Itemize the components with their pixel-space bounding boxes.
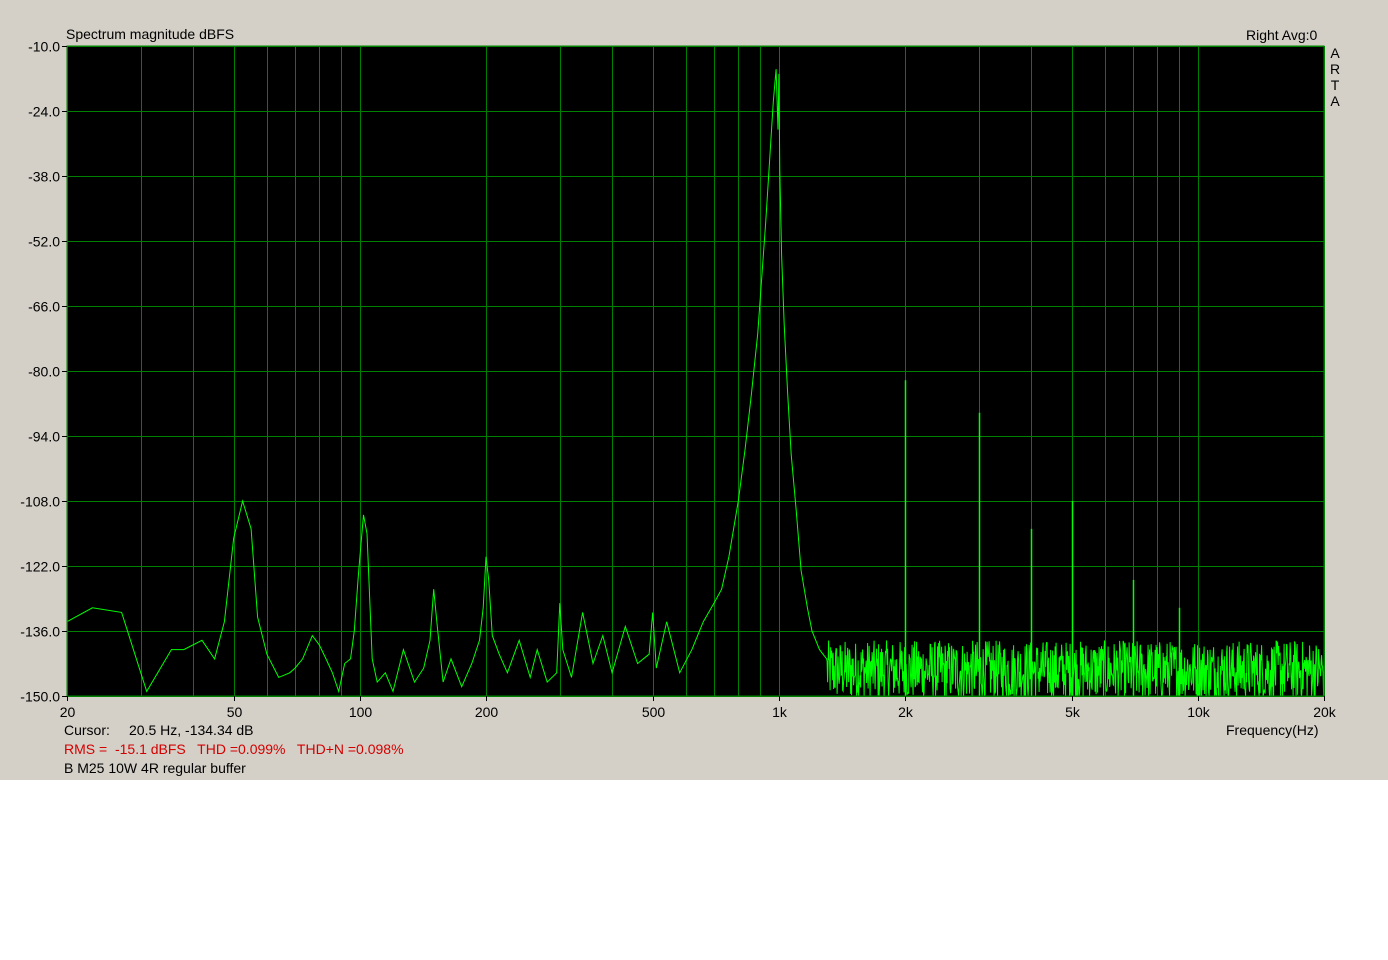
x-tick-label: 500 <box>642 704 666 720</box>
cursor-label: Cursor: <box>64 722 110 738</box>
spectrum-chart: -10.0 -24.0 -38.0 -52.0 -66.0 -80.0 -94.0 -108.… <box>20 39 1337 721</box>
y-tick-label: -66.0 <box>28 299 60 315</box>
x-tick-label: 200 <box>475 704 499 720</box>
measurement-description: B M25 10W 4R regular buffer <box>64 760 246 776</box>
x-tick-label: 50 <box>227 704 243 720</box>
y-tick-label: -80.0 <box>28 364 60 380</box>
cursor-readout: 20.5 Hz, -134.34 dB <box>129 722 254 738</box>
y-tick-label: -52.0 <box>28 234 60 250</box>
measurement-stats: RMS = -15.1 dBFS THD =0.099% THD+N =0.09… <box>64 741 404 757</box>
channel-average-label: Right Avg:0 <box>1246 27 1318 43</box>
y-tick-labels: -10.0 -24.0 -38.0 -52.0 -66.0 -80.0 -94.0 -108.… <box>20 39 67 705</box>
x-tick-label: 100 <box>349 704 373 720</box>
y-tick-label: -108.0 <box>20 494 60 510</box>
y-tick-label: -122.0 <box>20 559 60 575</box>
y-tick-label: -136.0 <box>20 624 60 640</box>
x-tick-label: 1k <box>772 704 788 720</box>
chart-title: Spectrum magnitude dBFS <box>66 26 235 42</box>
arta-letter: T <box>1330 77 1340 93</box>
x-tick-labels: 20 50 100 200 500 1k 2k 5k 10k 20k <box>60 696 1337 720</box>
arta-letter: R <box>1329 61 1341 77</box>
y-tick-label: -10.0 <box>28 39 60 55</box>
arta-vertical-label: A R T A <box>1329 45 1341 109</box>
arta-letter: A <box>1330 93 1340 109</box>
x-tick-label: 2k <box>898 704 914 720</box>
x-axis-label: Frequency(Hz) <box>1226 722 1319 738</box>
x-tick-label: 10k <box>1187 704 1211 720</box>
x-tick-label: 20k <box>1313 704 1337 720</box>
arta-letter: A <box>1330 45 1340 61</box>
y-tick-label: -94.0 <box>28 429 60 445</box>
x-tick-label: 5k <box>1065 704 1081 720</box>
y-tick-label: -24.0 <box>28 104 60 120</box>
y-tick-label: -38.0 <box>28 169 60 185</box>
x-tick-label: 20 <box>60 704 76 720</box>
y-tick-label: -150.0 <box>20 689 60 705</box>
spectrum-window: -10.0 -24.0 -38.0 -52.0 -66.0 -80.0 -94.0 -108.… <box>0 0 1388 780</box>
